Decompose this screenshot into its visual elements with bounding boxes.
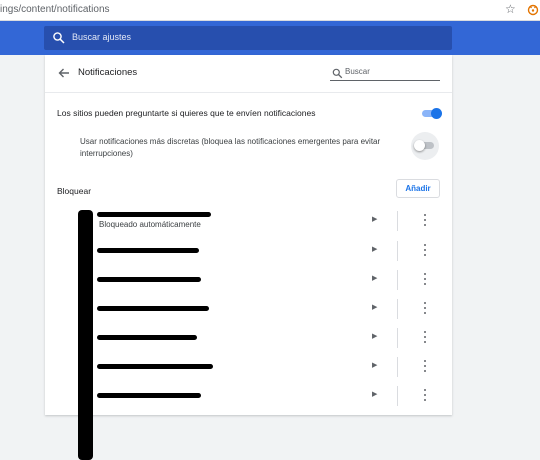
divider bbox=[397, 357, 398, 377]
blocked-site-row[interactable]: ▶ bbox=[45, 237, 452, 265]
more-options-icon[interactable] bbox=[421, 243, 429, 257]
blocked-site-row[interactable]: ▶ bbox=[45, 324, 452, 352]
more-options-icon[interactable] bbox=[421, 301, 429, 315]
chevron-right-icon[interactable]: ▶ bbox=[372, 245, 377, 253]
extension-icon[interactable] bbox=[526, 2, 540, 16]
chevron-right-icon[interactable]: ▶ bbox=[372, 390, 377, 398]
redacted-site-name bbox=[97, 277, 201, 282]
chevron-right-icon[interactable]: ▶ bbox=[372, 332, 377, 340]
redacted-site-name bbox=[97, 335, 197, 340]
redacted-site-name bbox=[97, 393, 201, 398]
more-options-icon[interactable] bbox=[421, 213, 429, 227]
blocked-site-row[interactable]: ▶ bbox=[45, 353, 452, 381]
chevron-right-icon[interactable]: ▶ bbox=[372, 361, 377, 369]
divider bbox=[397, 299, 398, 319]
ask-before-sending-toggle[interactable] bbox=[420, 108, 442, 119]
block-section-title: Bloquear bbox=[57, 186, 92, 196]
ask-before-sending-label: Los sitios pueden preguntarte si quieres… bbox=[57, 108, 316, 118]
panel-search-placeholder: Buscar bbox=[345, 67, 370, 76]
notifications-panel: Notificaciones Buscar Los sitios pueden … bbox=[45, 55, 452, 460]
divider bbox=[397, 328, 398, 348]
add-button[interactable]: Añadir bbox=[396, 179, 440, 198]
redacted-site-name bbox=[97, 248, 199, 253]
more-options-icon[interactable] bbox=[421, 272, 429, 286]
more-options-icon[interactable] bbox=[421, 330, 429, 344]
divider bbox=[397, 270, 398, 290]
star-icon[interactable]: ☆ bbox=[505, 2, 516, 16]
blocked-site-row[interactable]: ▶ bbox=[45, 266, 452, 294]
quiet-notifications-label: Usar notificaciones más discretas (bloqu… bbox=[80, 137, 381, 158]
search-icon bbox=[52, 31, 66, 45]
address-bar[interactable]: ings/content/notifications ☆ bbox=[0, 0, 540, 21]
divider bbox=[397, 241, 398, 261]
chevron-right-icon[interactable]: ▶ bbox=[372, 215, 377, 223]
page-title: Notificaciones bbox=[78, 67, 138, 78]
back-arrow-icon[interactable] bbox=[57, 66, 71, 80]
settings-header: Buscar ajustes bbox=[0, 21, 540, 55]
quiet-notifications-toggle[interactable] bbox=[411, 132, 439, 160]
redaction-bar bbox=[78, 210, 93, 460]
blocked-site-row[interactable]: ▶ bbox=[45, 382, 452, 410]
divider bbox=[45, 92, 452, 93]
blocked-site-row[interactable]: Bloqueado automáticamente ▶ bbox=[45, 207, 452, 235]
divider bbox=[397, 211, 398, 231]
redacted-site-name bbox=[97, 364, 213, 369]
settings-search-placeholder: Buscar ajustes bbox=[72, 32, 132, 42]
blocked-site-row[interactable]: ▶ bbox=[45, 295, 452, 323]
redacted-site-name bbox=[97, 306, 209, 311]
site-subtitle: Bloqueado automáticamente bbox=[99, 220, 201, 229]
search-icon bbox=[332, 66, 343, 79]
panel-search-input[interactable]: Buscar bbox=[330, 64, 440, 81]
url-text[interactable]: ings/content/notifications bbox=[0, 4, 110, 15]
settings-search-input[interactable]: Buscar ajustes bbox=[44, 26, 452, 50]
more-options-icon[interactable] bbox=[421, 359, 429, 373]
chevron-right-icon[interactable]: ▶ bbox=[372, 303, 377, 311]
divider bbox=[397, 386, 398, 406]
redacted-site-name bbox=[97, 212, 211, 217]
chevron-right-icon[interactable]: ▶ bbox=[372, 274, 377, 282]
more-options-icon[interactable] bbox=[421, 388, 429, 402]
